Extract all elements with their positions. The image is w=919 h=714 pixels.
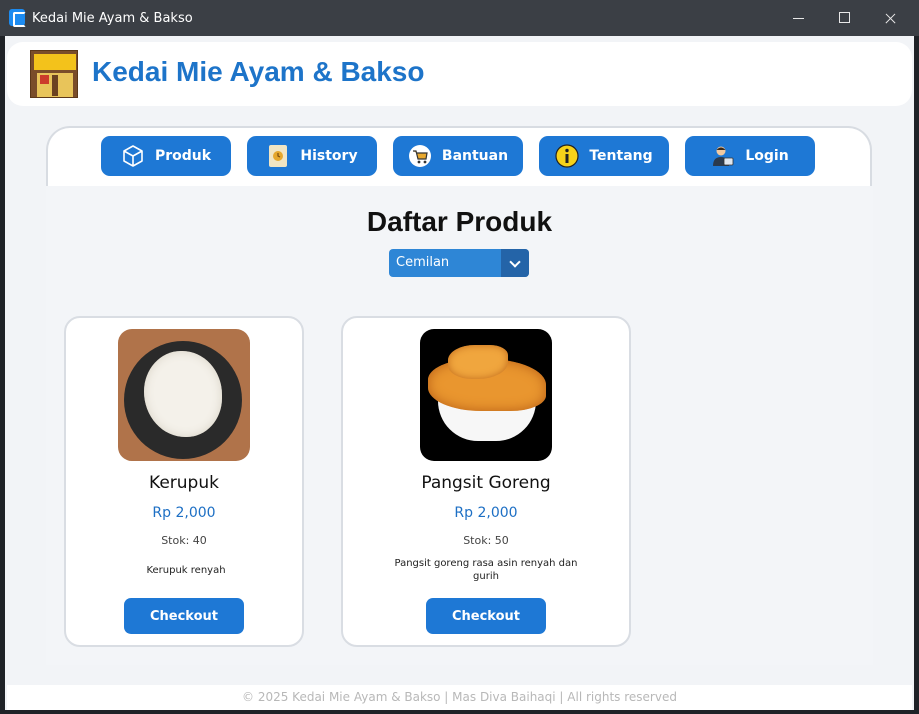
product-name: Pangsit Goreng (421, 473, 551, 493)
nav-history-label: History (300, 148, 358, 164)
checkout-button[interactable]: Checkout (426, 598, 546, 634)
nav-produk-label: Produk (154, 148, 212, 164)
product-card: Pangsit Goreng Rp 2,000 Stok: 50 Pangsit… (341, 316, 631, 647)
footer: © 2025 Kedai Mie Ayam & Bakso | Mas Diva… (7, 685, 912, 710)
nav-tentang-label: Tentang (589, 148, 653, 164)
category-select[interactable]: Cemilan (389, 249, 529, 277)
product-stock: Stok: 50 (463, 534, 509, 547)
window-title: Kedai Mie Ayam & Bakso (32, 11, 193, 26)
nav-panel: Produk History Bantuan Tentang Login (46, 126, 872, 190)
product-stock: Stok: 40 (161, 534, 207, 547)
app-icon (9, 9, 26, 27)
nav-login-label: Login (745, 148, 789, 164)
nav-bantuan-button[interactable]: Bantuan (393, 136, 523, 176)
product-price: Rp 2,000 (454, 505, 518, 521)
shop-logo (30, 50, 78, 98)
app-header: Kedai Mie Ayam & Bakso (7, 42, 912, 106)
product-price: Rp 2,000 (152, 505, 216, 521)
box-icon (121, 144, 145, 168)
product-image-kerupuk (118, 329, 250, 461)
nav-tentang-button[interactable]: Tentang (539, 136, 669, 176)
chevron-down-icon[interactable] (501, 249, 529, 277)
product-description: Pangsit goreng rasa asin renyah dan guri… (394, 558, 578, 582)
user-icon (711, 144, 735, 168)
product-card: Kerupuk Rp 2,000 Stok: 40 Kerupuk renyah… (64, 316, 304, 647)
category-select-value: Cemilan (396, 255, 450, 270)
product-name: Kerupuk (149, 473, 219, 493)
nav-bantuan-label: Bantuan (441, 148, 509, 164)
minimize-button[interactable] (775, 0, 821, 36)
info-icon (555, 144, 579, 168)
page-title: Daftar Produk (366, 206, 553, 237)
checkout-button[interactable]: Checkout (124, 598, 244, 634)
product-image-pangsit (420, 329, 552, 461)
product-description: Kerupuk renyah (146, 565, 226, 576)
window-titlebar: Kedai Mie Ayam & Bakso (0, 0, 919, 36)
nav-produk-button[interactable]: Produk (101, 136, 231, 176)
maximize-button[interactable] (821, 0, 867, 36)
brand-title: Kedai Mie Ayam & Bakso (92, 56, 425, 87)
main-content: Daftar Produk Cemilan Kerupuk Rp 2,000 S… (46, 186, 873, 665)
clock-icon (266, 144, 290, 168)
nav-history-button[interactable]: History (247, 136, 377, 176)
close-button[interactable] (867, 0, 913, 36)
nav-login-button[interactable]: Login (685, 136, 815, 176)
app-client-area: Kedai Mie Ayam & Bakso Produk History Ba… (5, 36, 914, 710)
cart-icon (408, 144, 432, 168)
